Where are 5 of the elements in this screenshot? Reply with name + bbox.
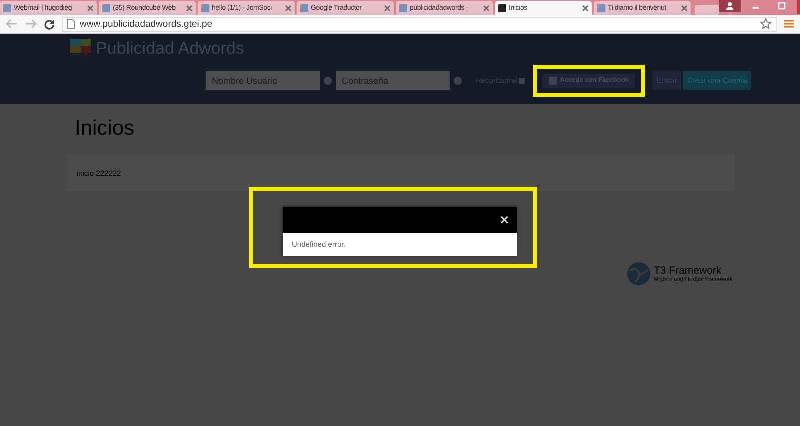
page-heading: Inicios xyxy=(75,117,136,141)
close-button[interactable]: × xyxy=(498,212,511,228)
url-text: www.publicidadadwords.gtei.pe xyxy=(80,18,213,30)
footer-logo-name: T3 Framework xyxy=(654,265,723,277)
address-field[interactable]: www.publicidadadwords.gtei.pe xyxy=(62,16,777,32)
